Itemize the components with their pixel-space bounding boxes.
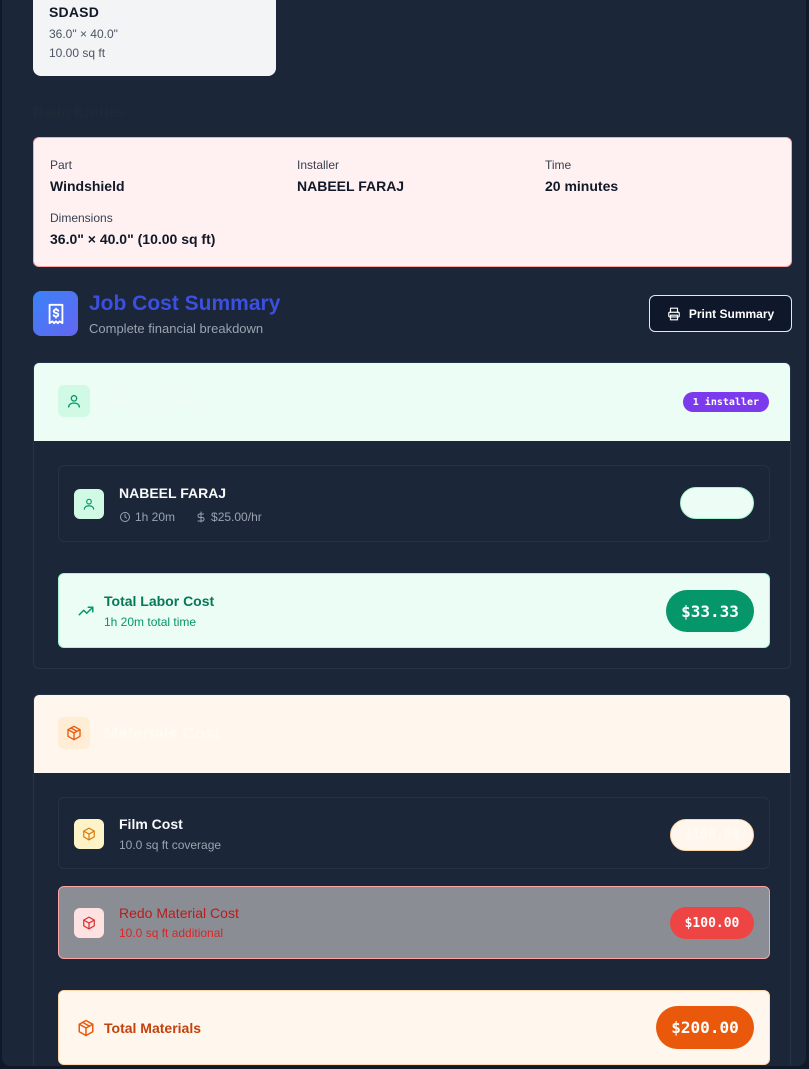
installer-row: NABEEL FARAJ 1h 20m $25.00/hr $33.33 bbox=[58, 465, 770, 542]
redo-material-sub: 10.0 sq ft additional bbox=[119, 926, 224, 940]
receipt-icon bbox=[33, 291, 78, 336]
user-icon bbox=[58, 385, 90, 417]
redo-entry-card: Part Windshield Installer NABEEL FARAJ T… bbox=[33, 137, 792, 267]
total-labor-label: Total Labor Cost bbox=[104, 593, 215, 609]
materials-cost-section: Materials Cost Film Cost 10.0 sq ft cove… bbox=[33, 694, 791, 1066]
trending-up-icon bbox=[71, 596, 101, 626]
total-materials-label: Total Materials bbox=[104, 1020, 201, 1036]
redo-material-value: $100.00 bbox=[670, 907, 754, 939]
redo-installer: Installer NABEEL FARAJ bbox=[297, 158, 404, 194]
total-labor-value: $33.33 bbox=[666, 590, 754, 632]
redo-part-value: Windshield bbox=[50, 178, 125, 194]
materials-cost-title: Materials Cost bbox=[104, 724, 221, 743]
installer-meta: 1h 20m $25.00/hr bbox=[119, 510, 262, 524]
labor-costs-title: Labor Costs bbox=[104, 392, 204, 411]
redo-part: Part Windshield bbox=[50, 158, 125, 194]
total-materials-row: Total Materials $200.00 bbox=[58, 990, 770, 1065]
dollar-icon bbox=[197, 511, 205, 523]
redo-material-row: Redo Material Cost 10.0 sq ft additional… bbox=[58, 886, 770, 959]
redo-time-value: 20 minutes bbox=[545, 178, 619, 194]
total-labor-row: Total Labor Cost 1h 20m total time $33.3… bbox=[58, 573, 770, 648]
redo-installer-value: NABEEL FARAJ bbox=[297, 178, 405, 194]
installer-name: NABEEL FARAJ bbox=[119, 485, 227, 501]
item-name: SDASD bbox=[49, 4, 100, 20]
redo-material-label: Redo Material Cost bbox=[119, 905, 239, 921]
redo-time: Time 20 minutes bbox=[545, 158, 618, 194]
installer-cost: $33.33 bbox=[680, 487, 754, 519]
redo-dimensions-value: 36.0" × 40.0" (10.00 sq ft) bbox=[50, 231, 216, 247]
redo-time-label: Time bbox=[545, 158, 572, 172]
package-icon bbox=[74, 908, 104, 938]
film-cost-row: Film Cost 10.0 sq ft coverage $100.00 bbox=[58, 797, 770, 869]
materials-cost-header: Materials Cost bbox=[34, 695, 790, 773]
redo-entries-heading: Redo Entries bbox=[33, 104, 126, 121]
item-area: 10.00 sq ft bbox=[49, 46, 106, 60]
redo-dimensions-label: Dimensions bbox=[50, 211, 113, 225]
package-icon bbox=[71, 1013, 101, 1043]
item-card: SDASD 36.0" × 40.0" 10.00 sq ft bbox=[33, 0, 276, 76]
labor-costs-section: Labor Costs 1 installer NABEEL FARAJ 1h … bbox=[33, 362, 791, 669]
redo-installer-label: Installer bbox=[297, 158, 340, 172]
installer-rate: $25.00/hr bbox=[211, 510, 262, 524]
package-icon bbox=[58, 717, 90, 749]
print-summary-label: Print Summary bbox=[688, 306, 775, 321]
film-cost-sub: 10.0 sq ft coverage bbox=[119, 838, 222, 852]
installer-count-badge: 1 installer bbox=[682, 392, 769, 412]
labor-costs-header: Labor Costs 1 installer bbox=[34, 363, 790, 441]
package-icon bbox=[74, 819, 104, 849]
film-cost-value: $100.00 bbox=[670, 819, 754, 851]
page-frame: SDASD 36.0" × 40.0" 10.00 sq ft Redo Ent… bbox=[2, 0, 806, 1066]
summary-subtitle: Complete financial breakdown bbox=[89, 321, 264, 336]
redo-part-label: Part bbox=[50, 158, 73, 172]
printer-icon bbox=[667, 307, 680, 320]
user-icon bbox=[74, 489, 104, 519]
film-cost-label: Film Cost bbox=[119, 816, 183, 832]
clock-icon bbox=[120, 512, 130, 522]
installer-time: 1h 20m bbox=[135, 510, 176, 524]
print-summary-button[interactable]: Print Summary bbox=[649, 295, 792, 332]
summary-title: Job Cost Summary bbox=[89, 292, 281, 315]
total-materials-value: $200.00 bbox=[656, 1006, 754, 1049]
item-dimensions: 36.0" × 40.0" bbox=[49, 27, 118, 41]
redo-dimensions: Dimensions 36.0" × 40.0" (10.00 sq ft) bbox=[50, 211, 215, 247]
total-labor-sub: 1h 20m total time bbox=[104, 615, 197, 629]
